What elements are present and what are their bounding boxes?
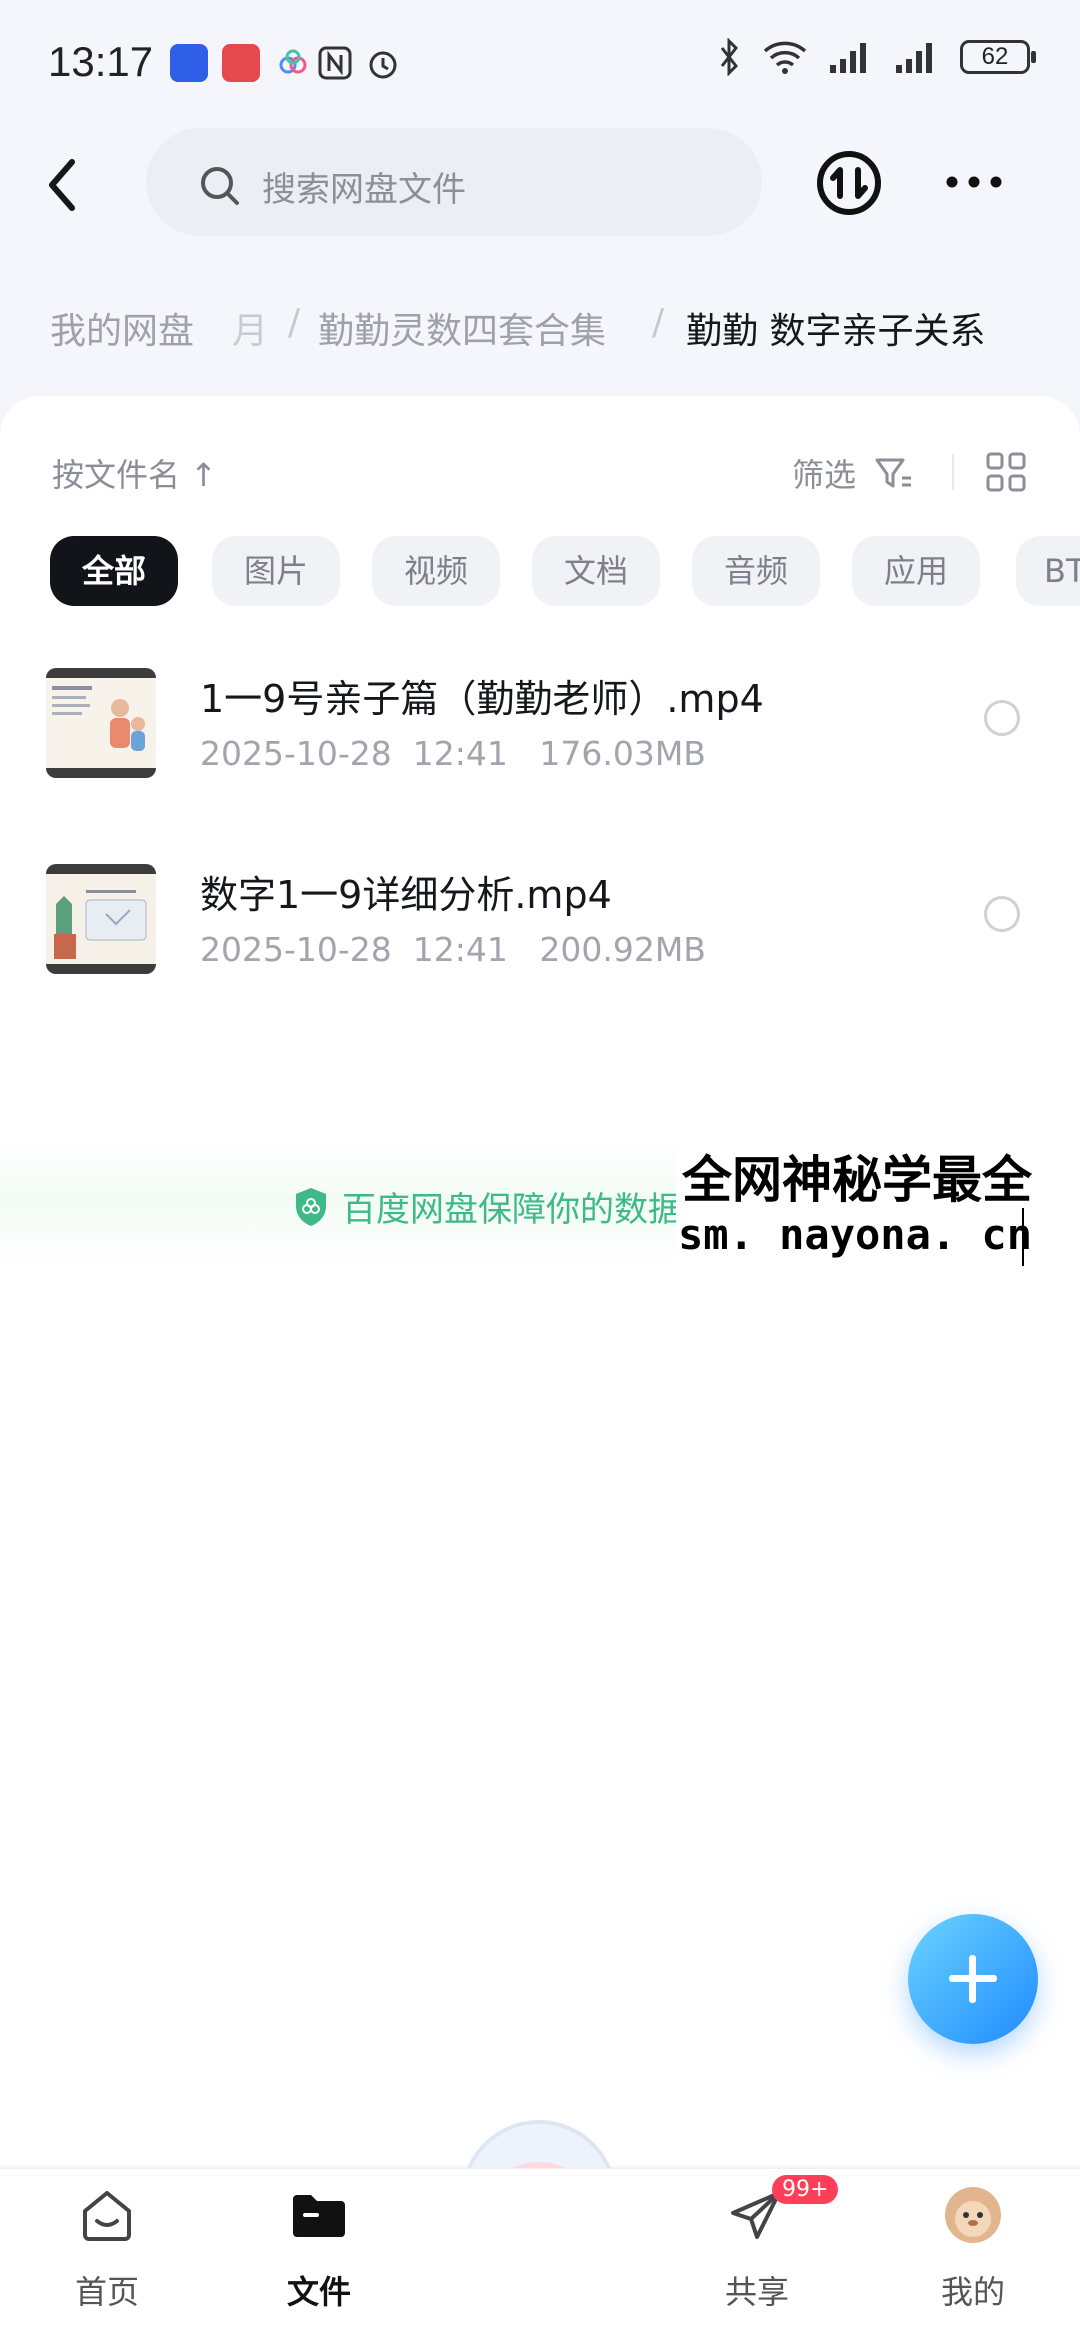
watermark-line-1: 全网神秘学最全: [682, 1151, 1032, 1209]
top-bar: 搜索网盘文件: [0, 120, 1080, 250]
chip-images[interactable]: 图片: [212, 536, 340, 606]
nav-label-files: 文件: [286, 2273, 351, 2311]
share-badge: 99+: [772, 2175, 839, 2204]
battery-level: 62: [981, 43, 1009, 70]
bottom-nav: 首页 文件 99+ 共享 我的: [0, 2168, 1080, 2325]
file-row[interactable]: 数字1一9详细分析.mp4 2025-10-28 12:41 200.92MB: [0, 864, 1080, 1024]
breadcrumb: 我的网盘 月 / 勤勤灵数四套合集 / 勤勤 数字亲子关系: [0, 272, 1080, 382]
chip-all[interactable]: 全部: [50, 536, 178, 606]
filter-icon[interactable]: [874, 456, 914, 492]
back-arrow-icon[interactable]: [40, 150, 100, 220]
folder-icon: [293, 2195, 345, 2237]
file-date: 2025-10-28: [200, 734, 392, 773]
file-time: 12:41: [412, 734, 508, 773]
signal-icon-2: [896, 43, 932, 73]
breadcrumb-folder[interactable]: 勤勤灵数四套合集: [318, 302, 606, 354]
shield-icon: [296, 1188, 326, 1226]
nav-label-home: 首页: [74, 2273, 139, 2311]
nav-share[interactable]: 99+ 共享: [682, 2175, 839, 2325]
data-guarantee-banner: 百度网盘保障你的数据 全网神秘学最全 sm. nayona. cn: [0, 1136, 1080, 1276]
chip-bt[interactable]: BT: [1016, 536, 1080, 606]
guarantee-text: 百度网盘保障你的数据: [342, 1190, 682, 1230]
nav-label-share: 共享: [724, 2273, 789, 2311]
message-app-icon: [222, 44, 260, 82]
wifi-icon: [763, 41, 807, 74]
breadcrumb-separator: /: [652, 302, 665, 343]
status-time: 13:17: [48, 38, 154, 85]
file-size: 200.92MB: [539, 930, 706, 969]
category-chips: 全部 图片 视频 文档 音频 应用 BT: [0, 536, 1080, 612]
text-cursor: [1022, 1208, 1024, 1266]
file-meta: 2025-10-28 12:41 200.92MB: [200, 930, 706, 969]
alarm-icon: [364, 44, 402, 82]
select-radio[interactable]: [984, 700, 1020, 736]
baidu-netdisk-icon: [274, 44, 312, 82]
breadcrumb-separator: /: [288, 302, 301, 343]
search-icon: [201, 167, 239, 205]
home-icon: [83, 2191, 131, 2241]
transfer-icon[interactable]: [816, 150, 882, 216]
status-bar: 13:17 62: [0, 0, 1080, 120]
breadcrumb-root[interactable]: 我的网盘: [50, 302, 194, 354]
calendar-app-icon: [170, 44, 208, 82]
file-row[interactable]: 1一9号亲子篇（勤勤老师）.mp4 2025-10-28 12:41 176.0…: [0, 668, 1080, 828]
breadcrumb-current: 勤勤 数字亲子关系: [686, 311, 986, 352]
chip-videos[interactable]: 视频: [372, 536, 500, 606]
more-icon[interactable]: [944, 172, 1004, 192]
nav-label-mine: 我的: [940, 2273, 1005, 2311]
add-button[interactable]: [908, 1914, 1038, 2044]
bluetooth-icon: [720, 38, 738, 76]
signal-icon: [830, 43, 866, 73]
file-list-panel: 按文件名 ↑ 筛选 全部 图片 视频 文档 音频 应用 BT 1一9号亲子篇（勤…: [0, 396, 1080, 2166]
select-radio[interactable]: [984, 896, 1020, 932]
video-thumbnail: [46, 668, 156, 778]
sort-button[interactable]: 按文件名 ↑: [52, 450, 217, 496]
nfc-icon: [316, 44, 354, 82]
filter-button[interactable]: 筛选: [792, 450, 856, 496]
divider: [952, 454, 954, 490]
battery-icon: 62: [960, 40, 1036, 74]
breadcrumb-partial[interactable]: 月: [232, 302, 268, 354]
video-thumbnail: [46, 864, 156, 974]
search-placeholder: 搜索网盘文件: [262, 170, 466, 210]
watermark-overlay: 全网神秘学最全 sm. nayona. cn: [676, 1136, 1080, 1276]
file-name: 1一9号亲子篇（勤勤老师）.mp4: [200, 677, 764, 721]
search-input[interactable]: 搜索网盘文件: [146, 128, 762, 236]
chip-audio[interactable]: 音频: [692, 536, 820, 606]
file-size: 176.03MB: [539, 734, 706, 773]
chip-documents[interactable]: 文档: [532, 536, 660, 606]
file-name: 数字1一9详细分析.mp4: [200, 873, 612, 917]
avatar: [945, 2187, 1001, 2243]
chip-apps[interactable]: 应用: [852, 536, 980, 606]
watermark-line-2: sm. nayona. cn: [678, 1210, 1033, 1259]
nav-files[interactable]: 文件: [244, 2185, 394, 2325]
file-date: 2025-10-28: [200, 930, 392, 969]
nav-home[interactable]: 首页: [32, 2185, 182, 2325]
file-meta: 2025-10-28 12:41 176.03MB: [200, 734, 706, 773]
grid-view-icon[interactable]: [986, 452, 1026, 492]
nav-mine[interactable]: 我的: [898, 2185, 1048, 2325]
file-time: 12:41: [412, 930, 508, 969]
